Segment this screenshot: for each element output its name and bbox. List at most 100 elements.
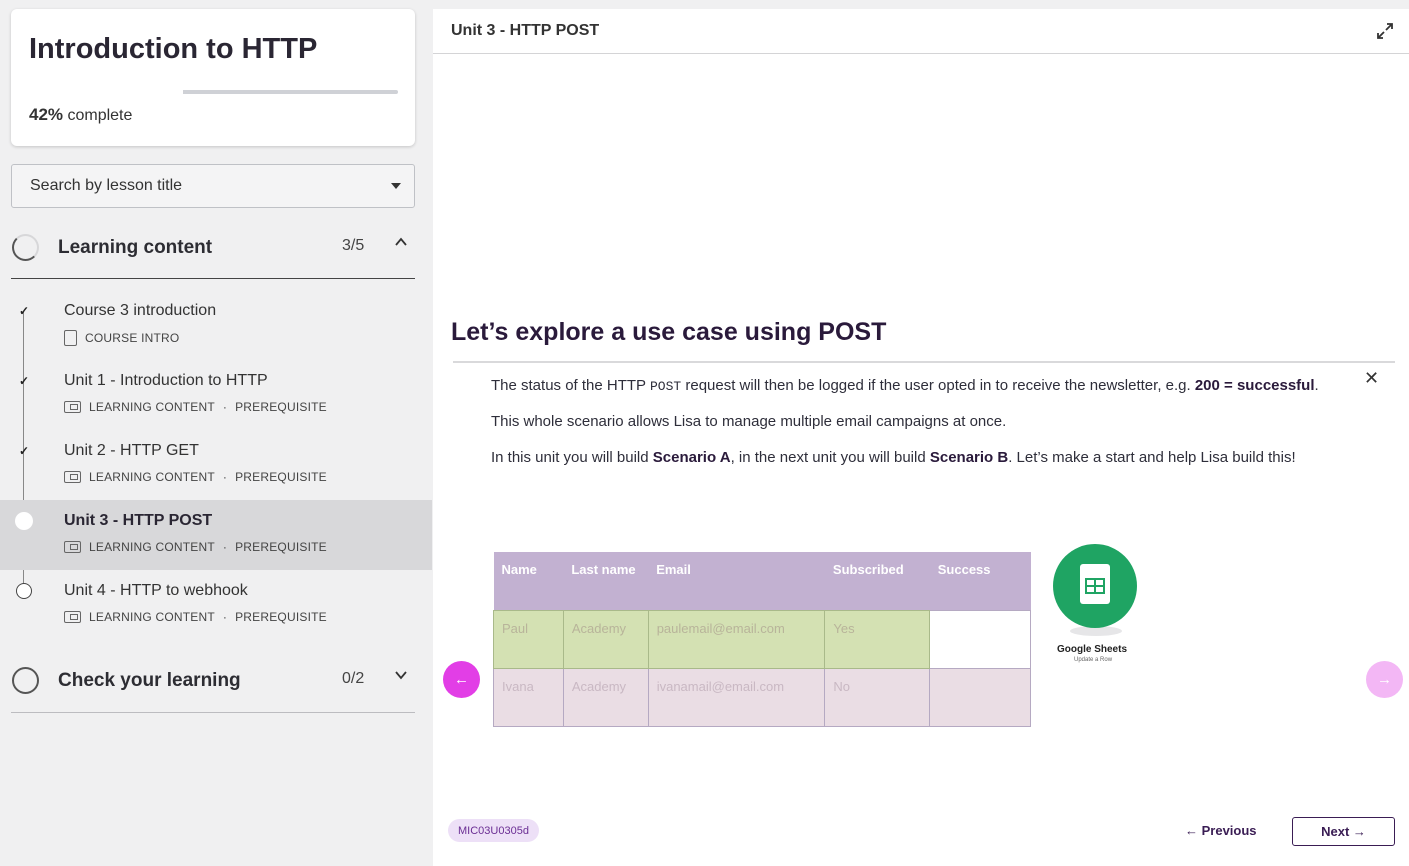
progress-ring-icon — [12, 667, 39, 694]
lesson-title: Unit 1 - Introduction to HTTP — [64, 372, 268, 389]
check-icon: ✓ — [18, 444, 30, 458]
lesson-title: Unit 4 - HTTP to webhook — [64, 582, 248, 599]
close-icon[interactable]: ✕ — [1364, 368, 1379, 389]
course-card: Introduction to HTTP 42% complete — [11, 9, 415, 146]
meta-separator: · — [222, 540, 228, 554]
module-name: Google Sheets — [1057, 644, 1128, 655]
text: The status of the HTTP — [491, 377, 650, 394]
section-count: 3/5 — [342, 237, 365, 254]
progress-text: 42% complete — [29, 105, 132, 125]
table-cell: ivanamail@email.com — [647, 667, 826, 728]
chevron-down-icon[interactable] — [394, 668, 408, 687]
column-header: Email — [648, 552, 825, 610]
expand-icon[interactable] — [1375, 21, 1395, 41]
check-icon: ✓ — [18, 304, 30, 318]
slide-prev-button[interactable]: ← — [443, 661, 480, 698]
section-learning-content[interactable]: Learning content 3/5 — [11, 226, 415, 270]
table-cell — [929, 609, 1031, 669]
arrow-left-icon: ← — [454, 671, 469, 688]
lesson-meta: LEARNING CONTENT · PREREQUISITE — [64, 540, 327, 554]
paragraph-unit: In this unit you will build Scenario A, … — [491, 449, 1296, 466]
bold-text: Scenario A — [652, 449, 731, 466]
meta-separator: · — [222, 610, 228, 624]
table-cell: Academy — [562, 609, 649, 669]
lesson-type: LEARNING CONTENT — [89, 540, 215, 554]
meta-separator: · — [222, 470, 228, 484]
lesson-title: Unit 3 - HTTP POST — [64, 512, 213, 529]
section-divider — [11, 712, 415, 713]
lesson-meta: LEARNING CONTENT · PREREQUISITE — [64, 400, 327, 414]
lesson-tag: PREREQUISITE — [235, 540, 327, 554]
lesson-item-unit-3[interactable]: Unit 3 - HTTP POST LEARNING CONTENT · PR… — [0, 500, 432, 570]
text: , in the next unit you will build — [730, 449, 930, 466]
lesson-tag: PREREQUISITE — [235, 610, 327, 624]
lesson-item-course-3-introduction[interactable]: ✓ Course 3 introduction COURSE INTRO — [0, 290, 432, 360]
lesson-tag: PREREQUISITE — [235, 400, 327, 414]
lesson-item-unit-1[interactable]: ✓ Unit 1 - Introduction to HTTP LEARNING… — [0, 360, 432, 430]
lesson-type: LEARNING CONTENT — [89, 610, 215, 624]
google-sheets-icon — [1053, 544, 1137, 628]
chevron-up-icon[interactable] — [394, 235, 408, 254]
google-sheets-module: Google Sheets Update a Row — [1053, 544, 1153, 674]
caret-down-icon — [391, 183, 401, 189]
lesson-content-panel: Unit 3 - HTTP POST Let’s explore a use c… — [433, 9, 1409, 866]
table-cell — [929, 667, 1031, 728]
table-cell: Yes — [824, 609, 931, 669]
bold-text: 200 = successful — [1194, 377, 1315, 394]
lesson-item-unit-2[interactable]: ✓ Unit 2 - HTTP GET LEARNING CONTENT · P… — [0, 430, 432, 500]
section-label: Check your learning — [58, 670, 241, 691]
lesson-item-unit-4[interactable]: Unit 4 - HTTP to webhook LEARNING CONTEN… — [0, 570, 432, 640]
sheet-icon — [1080, 564, 1110, 604]
text: In this unit you will build — [491, 449, 653, 466]
slides-icon — [64, 401, 81, 413]
lesson-type: LEARNING CONTENT — [89, 400, 215, 414]
document-icon — [64, 330, 77, 346]
arrow-right-icon: → — [1377, 671, 1392, 688]
table-cell: Paul — [493, 609, 564, 669]
module-action: Update a Row — [1074, 657, 1113, 663]
next-button[interactable]: Next → — [1292, 817, 1395, 846]
section-label: Learning content — [58, 237, 213, 258]
progress-bar — [183, 90, 398, 94]
lesson-meta: COURSE INTRO — [64, 330, 179, 346]
text: request will then be logged if the user … — [681, 377, 1195, 394]
table-row: Paul Academy paulemail@email.com Yes — [493, 609, 1031, 669]
table-cell: No — [824, 667, 931, 728]
table-header-row: Name Last name Email Subscribed Success — [493, 552, 1031, 610]
check-icon: ✓ — [18, 374, 30, 388]
lesson-search-select[interactable]: Search by lesson title — [11, 164, 415, 208]
section-count: 0/2 — [342, 670, 365, 687]
lesson-code-badge: MIC03U0305d — [448, 819, 539, 842]
current-lesson-dot-icon — [15, 512, 33, 530]
subscriber-table: Name Last name Email Subscribed Success … — [493, 552, 1031, 728]
paragraph-status: The status of the HTTP POST request will… — [491, 377, 1319, 394]
progress-value: 42% — [29, 105, 64, 124]
column-header: Subscribed — [824, 552, 930, 610]
text: . — [1314, 377, 1319, 394]
section-divider — [11, 278, 415, 279]
table-row: Ivana Academy ivanamail@email.com No — [493, 667, 1031, 728]
section-check-your-learning[interactable]: Check your learning 0/2 — [11, 659, 415, 703]
table-cell: Ivana — [493, 667, 564, 728]
progress-ring-icon — [12, 234, 39, 261]
lesson-meta: LEARNING CONTENT · PREREQUISITE — [64, 610, 327, 624]
column-header: Name — [493, 552, 564, 610]
unit-title: Unit 3 - HTTP POST — [451, 22, 600, 39]
lesson-tag: PREREQUISITE — [235, 470, 327, 484]
bold-text: Scenario B — [929, 449, 1009, 466]
progress-fill — [183, 90, 274, 94]
search-placeholder: Search by lesson title — [30, 177, 183, 194]
slides-icon — [64, 541, 81, 553]
table-cell: paulemail@email.com — [647, 609, 826, 669]
slide-next-button[interactable]: → — [1366, 661, 1403, 698]
column-header: Success — [929, 552, 1031, 610]
progress-suffix: complete — [63, 107, 133, 124]
paragraph-scenario: This whole scenario allows Lisa to manag… — [491, 413, 1007, 430]
column-header: Last name — [563, 552, 649, 610]
table-cell: Academy — [562, 667, 649, 728]
text: . Let’s make a start and help Lisa build… — [1008, 449, 1296, 466]
previous-button[interactable]: ← Previous — [1185, 823, 1257, 838]
inline-code: POST — [649, 379, 682, 394]
course-title: Introduction to HTTP — [29, 33, 318, 65]
lesson-type: COURSE INTRO — [85, 331, 180, 345]
